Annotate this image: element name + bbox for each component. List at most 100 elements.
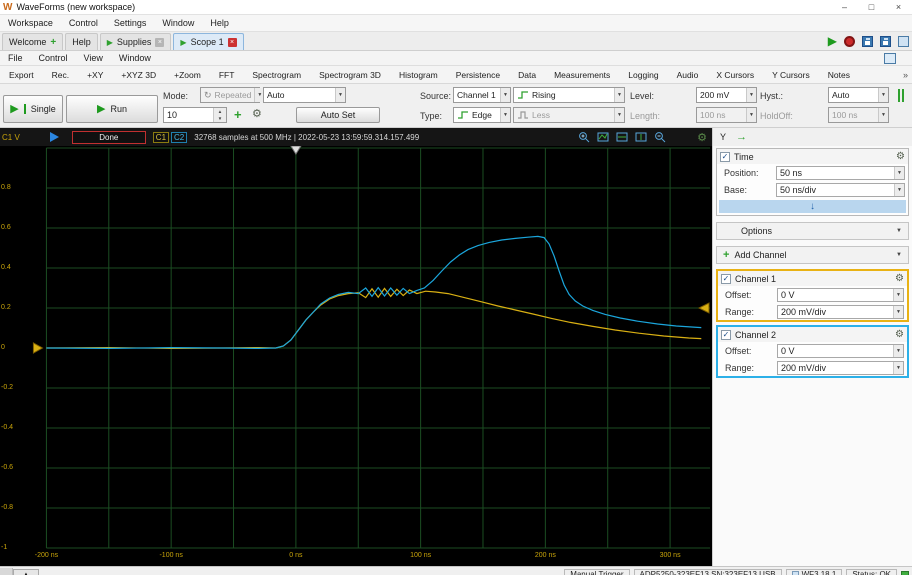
scope-menu-view[interactable]: View — [76, 51, 111, 65]
chevron-down-icon: ▼ — [614, 88, 624, 102]
channel1-range-select[interactable]: 200 mV/div ▼ — [777, 305, 904, 319]
close-tab-icon[interactable]: × — [228, 38, 237, 47]
view-tab-xy[interactable]: +XY — [78, 66, 112, 83]
maximize-button[interactable]: □ — [858, 0, 885, 14]
y-tick-label: -0.2 — [1, 384, 13, 391]
tab-help[interactable]: Help — [65, 33, 98, 50]
menu-help[interactable]: Help — [202, 15, 237, 31]
time-base-select[interactable]: 50 ns/div ▼ — [776, 183, 905, 197]
buffer-settings-gear-icon[interactable]: ⚙ — [252, 109, 262, 120]
apply-arrow-icon[interactable]: → — [736, 131, 747, 143]
add-instrument-icon[interactable]: + — [50, 37, 56, 48]
channel-offset-marker[interactable] — [33, 343, 42, 353]
spin-down-icon[interactable]: ▼ — [214, 115, 226, 122]
channel2-range-select[interactable]: 200 mV/div ▼ — [777, 361, 904, 375]
trigger-level-marker[interactable] — [699, 303, 709, 313]
window-title: WaveForms (new workspace) — [16, 2, 135, 12]
y-tick-label: 0.4 — [1, 264, 11, 271]
options-section-header[interactable]: Options ▼ — [716, 222, 909, 240]
scope-menu-file[interactable]: File — [0, 51, 31, 65]
scope-menu-window[interactable]: Window — [111, 51, 159, 65]
trigger-condition-select[interactable]: Rising ▼ — [513, 87, 625, 103]
play-icon: ▶ — [107, 38, 113, 47]
view-tab-spectrogram-3d[interactable]: Spectrogram 3D — [310, 66, 390, 83]
add-button[interactable]: + — [234, 107, 242, 122]
channel1-checkbox[interactable]: ✓ — [721, 274, 731, 284]
zoom-out-icon[interactable] — [654, 131, 666, 143]
trigger-mode-select[interactable]: Auto ▼ — [263, 87, 346, 103]
time-position-slider[interactable]: ▲ — [13, 569, 39, 575]
close-button[interactable]: × — [885, 0, 912, 14]
level-value: 200 mV — [700, 90, 729, 100]
view-tab-data[interactable]: Data — [509, 66, 545, 83]
window-layout-icon[interactable] — [898, 36, 909, 47]
run-button[interactable]: ▶ Run — [66, 95, 158, 123]
view-tab-notes[interactable]: Notes — [819, 66, 859, 83]
view-tab-measurements[interactable]: Measurements — [545, 66, 619, 83]
y-tick-label: 0.2 — [1, 304, 11, 311]
save-all-icon[interactable] — [880, 36, 891, 47]
view-tab-xyz-3d[interactable]: +XYZ 3D — [112, 66, 165, 83]
menu-window[interactable]: Window — [154, 15, 202, 31]
save-workspace-icon[interactable] — [862, 36, 873, 47]
view-tab-spectrogram[interactable]: Spectrogram — [243, 66, 310, 83]
time-apply-button[interactable]: ↓ — [719, 200, 906, 213]
view-tab-x-cursors[interactable]: X Cursors — [707, 66, 763, 83]
fit-width-icon[interactable] — [597, 131, 609, 143]
view-tab-zoom[interactable]: +Zoom — [165, 66, 210, 83]
overflow-chevron-icon[interactable]: » — [903, 70, 908, 80]
stop-all-icon[interactable] — [844, 36, 855, 47]
trigger-level-select[interactable]: 200 mV ▼ — [696, 87, 757, 103]
trigger-position-marker[interactable] — [291, 146, 301, 154]
y-axis-selector[interactable]: Y — [720, 132, 726, 142]
trigger-type-select[interactable]: Edge ▼ — [453, 107, 511, 123]
fit-screen-icon[interactable] — [635, 131, 647, 143]
view-tab-persistence[interactable]: Persistence — [447, 66, 509, 83]
close-tab-icon[interactable]: × — [155, 38, 164, 47]
minimize-button[interactable]: – — [831, 0, 858, 14]
channel2-badge[interactable]: C2 — [171, 132, 187, 143]
scope-menu-control[interactable]: Control — [31, 51, 76, 65]
view-tab-rec[interactable]: Rec. — [43, 66, 78, 83]
channel2-offset-select[interactable]: 0 V ▼ — [777, 344, 904, 358]
fit-height-icon[interactable] — [616, 131, 628, 143]
menu-workspace[interactable]: Workspace — [0, 15, 61, 31]
run-all-icon[interactable]: ▶ — [828, 35, 837, 47]
view-tab-histogram[interactable]: Histogram — [390, 66, 447, 83]
trigger-source-select[interactable]: Channel 1 ▼ — [453, 87, 511, 103]
tab-help-label: Help — [72, 37, 91, 47]
view-tab-fft[interactable]: FFT — [210, 66, 244, 83]
time-settings-gear-icon[interactable]: ⚙ — [896, 151, 905, 162]
tab-scope1[interactable]: ▶ Scope 1 × — [173, 33, 243, 50]
channel2-checkbox[interactable]: ✓ — [721, 330, 731, 340]
time-checkbox[interactable]: ✓ — [720, 152, 730, 162]
time-position-select[interactable]: 50 ns ▼ — [776, 166, 905, 180]
autoset-button[interactable]: Auto Set — [296, 107, 380, 123]
spin-up-icon[interactable]: ▲ — [214, 108, 226, 115]
hysteresis-select[interactable]: Auto ▼ — [828, 87, 889, 103]
channel1-trace — [46, 288, 701, 348]
tab-welcome[interactable]: Welcome + — [2, 33, 63, 50]
holdoff-value: 100 ns — [832, 110, 858, 120]
zoom-in-icon[interactable] — [578, 131, 590, 143]
docking-icon[interactable] — [884, 53, 896, 64]
menu-settings[interactable]: Settings — [106, 15, 155, 31]
channel1-offset-select[interactable]: 0 V ▼ — [777, 288, 904, 302]
chevron-down-icon: ▼ — [500, 88, 510, 102]
view-tab-audio[interactable]: Audio — [668, 66, 708, 83]
view-tab-logging[interactable]: Logging — [619, 66, 667, 83]
single-button[interactable]: ▶ Single — [3, 95, 63, 123]
plot-options-gear-icon[interactable]: ⚙ — [697, 131, 707, 144]
add-channel-button[interactable]: + Add Channel ▼ — [716, 246, 909, 264]
scope-plot[interactable] — [14, 146, 710, 550]
view-tab-export[interactable]: Export — [0, 66, 43, 83]
tab-supplies[interactable]: ▶ Supplies × — [100, 33, 172, 50]
buffer-count-stepper[interactable]: 10 ▲ ▼ — [163, 107, 227, 123]
x-tick-label: 100 ns — [397, 552, 445, 559]
menu-control[interactable]: Control — [61, 15, 106, 31]
view-tab-y-cursors[interactable]: Y Cursors — [763, 66, 819, 83]
tab-supplies-label: Supplies — [117, 37, 152, 47]
channel1-settings-gear-icon[interactable]: ⚙ — [895, 273, 904, 284]
channel2-settings-gear-icon[interactable]: ⚙ — [895, 329, 904, 340]
channel1-badge[interactable]: C1 — [153, 132, 169, 143]
